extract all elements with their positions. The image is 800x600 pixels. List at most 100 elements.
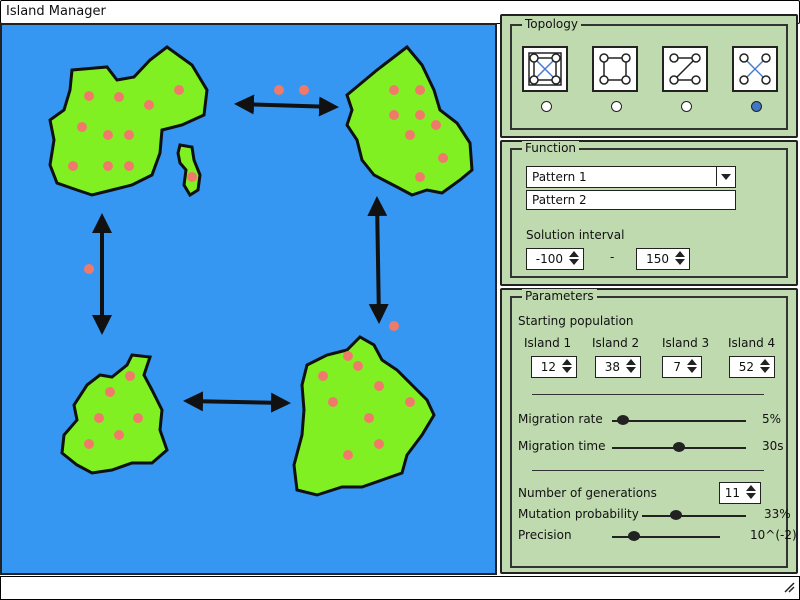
spinner-arrows-icon[interactable] [624, 358, 639, 375]
topology-radio-4[interactable] [751, 101, 762, 112]
interval-min-value: -100 [535, 252, 563, 266]
island-2-population-spinner[interactable]: 38 [595, 356, 641, 378]
individual [103, 161, 113, 171]
interval-max-value: 150 [646, 252, 669, 266]
migration-rate-value: 5% [762, 412, 782, 426]
migration-arrow-4-3 [183, 391, 291, 413]
topology-cross-icon[interactable] [732, 46, 778, 92]
status-bar [0, 576, 800, 600]
individual [124, 161, 134, 171]
individual [105, 387, 115, 397]
individual [374, 439, 384, 449]
function-panel: Function Pattern 1 Pattern 2 Solution in… [500, 140, 798, 286]
individual [84, 91, 94, 101]
migration-time-slider[interactable] [612, 442, 746, 452]
migration-arrow-1-2 [234, 94, 339, 117]
interval-min-spinner[interactable]: -100 [526, 248, 584, 270]
function-select[interactable]: Pattern 1 [526, 166, 736, 188]
chevron-down-icon[interactable] [716, 167, 735, 186]
individual [343, 351, 353, 361]
topology-radio-1[interactable] [541, 101, 552, 112]
individual [133, 413, 143, 423]
individual [438, 153, 448, 163]
island-map-canvas[interactable] [0, 23, 497, 575]
precision-slider[interactable] [612, 531, 720, 541]
migration-time-label: Migration time [518, 439, 606, 453]
precision-value: 10^(-2) [750, 528, 797, 542]
individual [343, 450, 353, 460]
migration-time-knob[interactable] [673, 442, 685, 452]
migration-rate-slider[interactable] [612, 415, 746, 425]
generations-spinner[interactable]: 11 [719, 482, 761, 504]
island-1-islet[interactable] [176, 143, 202, 198]
island-4[interactable] [292, 335, 436, 497]
spinner-arrows-icon[interactable] [567, 250, 582, 267]
topology-grid-icon[interactable] [592, 46, 638, 92]
island-2[interactable] [345, 44, 474, 197]
solution-interval-label: Solution interval [526, 228, 625, 242]
island-3[interactable] [60, 353, 169, 475]
precision-label: Precision [518, 528, 572, 542]
topology-group: Topology [510, 17, 788, 130]
island-4-population-spinner[interactable]: 52 [729, 356, 775, 378]
individual [415, 85, 425, 95]
spinner-arrows-icon[interactable] [560, 358, 575, 375]
parameters-panel: Parameters Starting population Island 1 … [500, 288, 798, 574]
individual [299, 85, 309, 95]
window-title: Island Manager [6, 4, 106, 19]
individual [389, 110, 399, 120]
topology-radio-2[interactable] [611, 101, 622, 112]
divider [532, 394, 764, 395]
topology-chain-icon[interactable] [662, 46, 708, 92]
mutation-probability-value: 33% [764, 507, 791, 521]
function-selected-value: Pattern 1 [532, 170, 587, 184]
function-option[interactable]: Pattern 2 [526, 190, 736, 210]
mutation-probability-knob[interactable] [670, 510, 683, 520]
topology-title: Topology [522, 17, 581, 31]
topology-radio-3[interactable] [681, 101, 692, 112]
function-group: Function Pattern 1 Pattern 2 Solution in… [510, 141, 788, 278]
individual [68, 161, 78, 171]
interval-separator: - [610, 250, 615, 264]
individual [174, 85, 184, 95]
island-3-population-spinner[interactable]: 7 [662, 356, 702, 378]
individual [431, 120, 441, 130]
individual [144, 100, 154, 110]
function-title: Function [522, 141, 580, 155]
migration-rate-knob[interactable] [616, 415, 629, 425]
individual [84, 439, 94, 449]
interval-max-spinner[interactable]: 150 [636, 248, 690, 270]
individual [353, 361, 363, 371]
island-1-population-value: 12 [540, 360, 556, 374]
island-1-population-spinner[interactable]: 12 [531, 356, 577, 378]
spinner-arrows-icon[interactable] [685, 358, 700, 375]
individual [94, 413, 104, 423]
spinner-arrows-icon[interactable] [744, 484, 759, 501]
individual [187, 172, 197, 182]
individual [364, 413, 374, 423]
precision-knob[interactable] [627, 531, 640, 541]
individual [405, 130, 415, 140]
individual [103, 130, 113, 140]
individual [114, 430, 124, 440]
individual [374, 381, 384, 391]
island-2-population-value: 38 [604, 360, 620, 374]
mutation-probability-slider[interactable] [642, 510, 746, 520]
island-1[interactable] [48, 45, 209, 197]
individual [415, 172, 425, 182]
generations-value: 11 [724, 486, 740, 500]
individual [114, 92, 124, 102]
island-4-label: Island 4 [728, 336, 776, 350]
island-2-label: Island 2 [592, 336, 640, 350]
spinner-arrows-icon[interactable] [673, 250, 688, 267]
individual [274, 85, 284, 95]
spinner-arrows-icon[interactable] [758, 358, 773, 375]
resize-grip-icon[interactable] [783, 581, 795, 593]
topology-full-mesh-icon[interactable] [522, 46, 568, 92]
divider [532, 470, 764, 471]
migration-time-value: 30s [762, 439, 784, 453]
individual [405, 397, 415, 407]
individual [84, 264, 94, 274]
individual [389, 321, 399, 331]
individual [77, 122, 87, 132]
